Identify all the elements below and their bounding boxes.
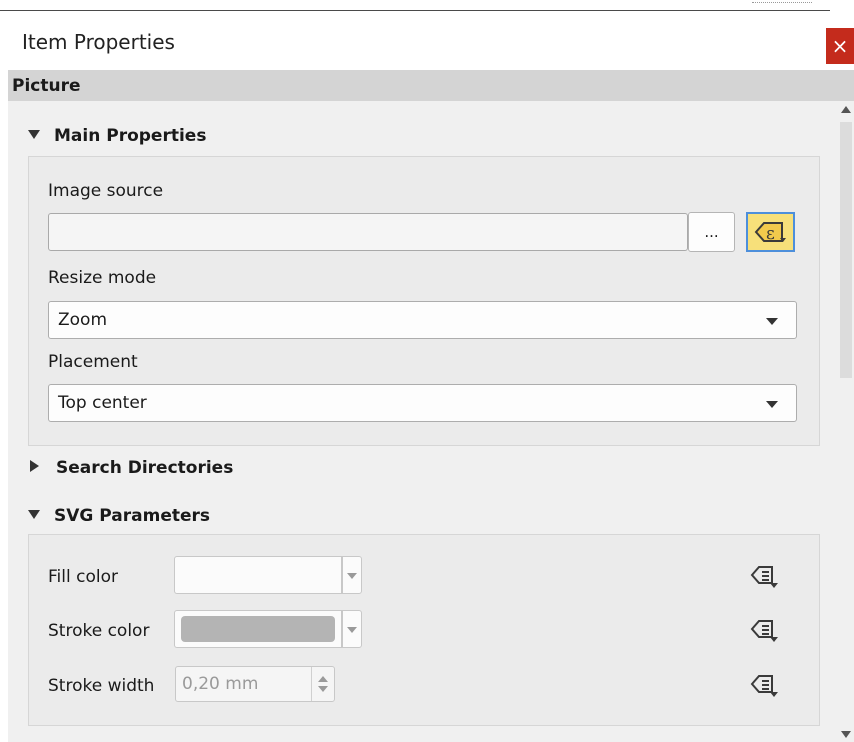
vertical-scrollbar[interactable] <box>838 104 854 742</box>
chevron-down-icon <box>766 401 778 408</box>
main-properties-title: Main Properties <box>54 126 207 146</box>
stroke-color-override-icon[interactable] <box>750 617 780 643</box>
svg-parameters-toggle[interactable]: SVG Parameters <box>28 506 210 526</box>
svg-parameters-title: SVG Parameters <box>54 506 211 526</box>
stroke-width-value: 0,20 mm <box>182 674 259 694</box>
fill-color-dropdown[interactable] <box>342 556 362 594</box>
stroke-width-override-icon[interactable] <box>750 672 780 698</box>
top-decoration <box>752 2 812 7</box>
image-source-input[interactable] <box>48 213 688 251</box>
stroke-width-label: Stroke width <box>48 676 155 696</box>
window-title: Item Properties <box>22 30 175 54</box>
placement-select[interactable]: Top center <box>48 384 797 422</box>
stroke-width-spinbox[interactable]: 0,20 mm <box>175 666 335 702</box>
search-directories-toggle[interactable]: Search Directories <box>30 458 233 478</box>
chevron-down-icon <box>347 573 357 579</box>
resize-mode-value: Zoom <box>58 310 108 330</box>
image-source-override-button[interactable]: ε <box>746 212 795 252</box>
fill-color-button[interactable] <box>174 556 342 594</box>
expanded-triangle-icon <box>28 509 40 519</box>
scroll-down-arrow-icon[interactable] <box>841 731 851 738</box>
spin-up-icon[interactable] <box>318 676 328 682</box>
placement-label: Placement <box>48 352 138 372</box>
chevron-down-icon <box>766 318 778 325</box>
image-source-label: Image source <box>48 181 164 201</box>
stroke-color-swatch <box>181 616 335 642</box>
svg-text:ε: ε <box>766 224 775 244</box>
scroll-thumb[interactable] <box>840 122 852 378</box>
collapsed-triangle-icon <box>30 460 39 472</box>
main-properties-toggle[interactable]: Main Properties <box>28 126 206 146</box>
placement-value: Top center <box>58 393 147 413</box>
close-icon[interactable]: × <box>832 34 849 58</box>
properties-panel: Picture Main Properties Image source ...… <box>8 70 854 742</box>
fill-color-override-icon[interactable] <box>750 563 780 589</box>
top-border-line <box>0 10 830 11</box>
scroll-up-arrow-icon[interactable] <box>841 106 851 113</box>
chevron-down-icon <box>347 627 357 633</box>
expanded-triangle-icon <box>28 129 40 139</box>
panel-header: Picture <box>8 70 854 101</box>
stroke-color-button[interactable] <box>174 610 342 648</box>
data-defined-override-icon: ε <box>754 222 786 244</box>
spin-down-icon[interactable] <box>318 686 328 692</box>
spin-buttons[interactable] <box>311 667 334 701</box>
close-button[interactable]: × <box>826 28 854 64</box>
resize-mode-label: Resize mode <box>48 268 157 288</box>
stroke-color-dropdown[interactable] <box>342 610 362 648</box>
browse-button[interactable]: ... <box>688 212 735 252</box>
resize-mode-select[interactable]: Zoom <box>48 301 797 339</box>
fill-color-label: Fill color <box>48 567 118 587</box>
search-directories-title: Search Directories <box>56 458 234 478</box>
stroke-color-label: Stroke color <box>48 621 150 641</box>
